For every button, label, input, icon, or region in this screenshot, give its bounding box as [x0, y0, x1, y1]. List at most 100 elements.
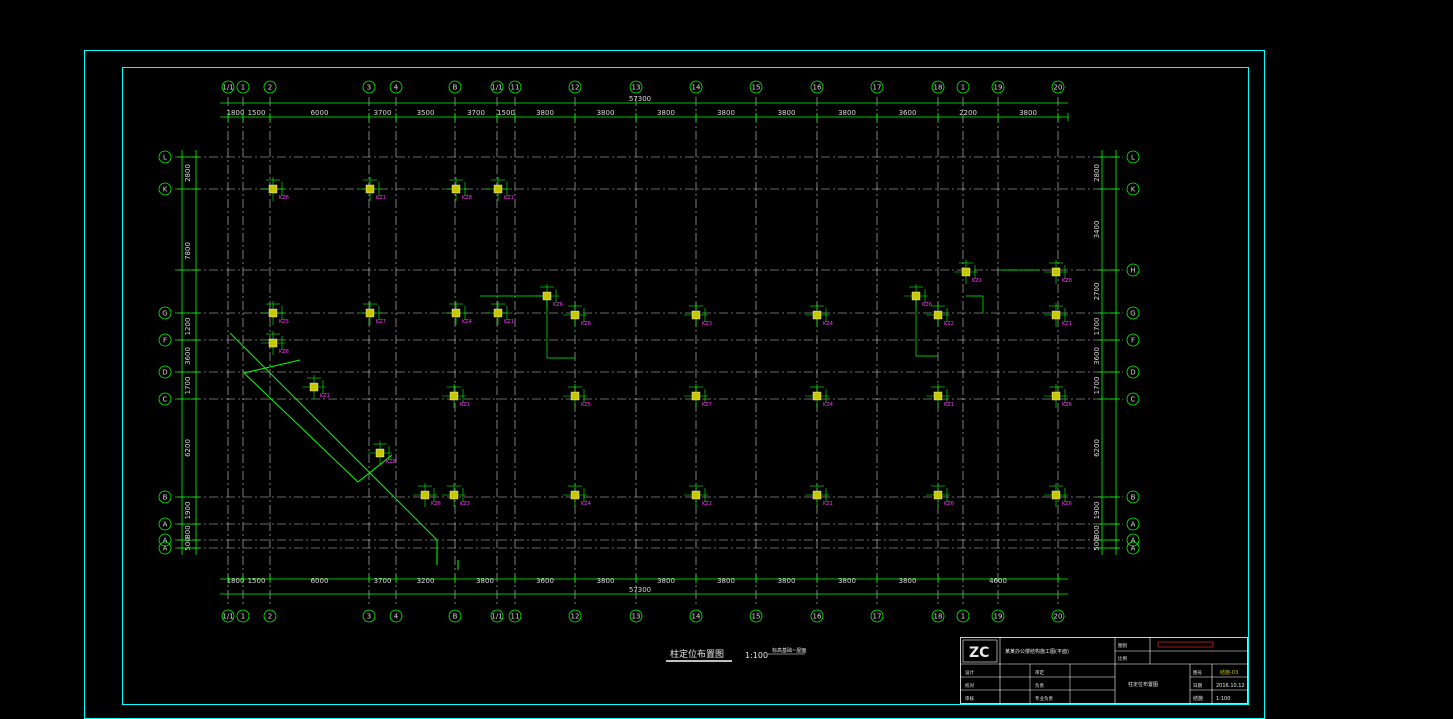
column-label: KZ7	[376, 319, 386, 325]
logo: ZC	[969, 645, 989, 661]
column-square	[812, 310, 822, 320]
drawing-scale: 1:100	[745, 651, 768, 660]
axis-label: 1/1	[491, 613, 502, 621]
column: KZ1	[926, 384, 954, 408]
axis-label: 11	[511, 613, 520, 621]
axis-label: 16	[813, 613, 822, 621]
column-label: KZ6	[1062, 501, 1072, 507]
axis-label: 3	[367, 84, 371, 92]
axis-label: 1	[961, 84, 965, 92]
drawing-note: 标高基础~屋面	[772, 647, 806, 654]
dimension-segment: 1800	[227, 577, 245, 585]
axis-label: 4	[394, 613, 399, 621]
column-square	[451, 308, 461, 318]
dimension-total: 57300	[629, 586, 651, 594]
sheet-date: 2016.10.12	[1216, 683, 1245, 689]
axis-label: 17	[873, 84, 882, 92]
dimension-segment: 2800	[1093, 164, 1101, 182]
dimension-segment: 1500	[248, 109, 266, 117]
column-square	[812, 490, 822, 500]
title-block-label: 审核	[965, 695, 974, 702]
dimension-segment: 1900	[184, 502, 192, 520]
axis-label: 18	[934, 613, 943, 621]
column-label: KZ3	[460, 501, 470, 507]
column-square	[812, 391, 822, 401]
axis-label: 12	[571, 84, 580, 92]
axis-label: A	[1131, 545, 1136, 553]
axis-label: C	[1131, 396, 1136, 404]
axis-label: B	[453, 613, 458, 621]
column-label: KZ1	[504, 195, 514, 201]
column-square	[1051, 267, 1061, 277]
axis-label: 18	[934, 84, 943, 92]
column-square	[449, 391, 459, 401]
axis-label: A	[163, 521, 168, 529]
dimension-segment: 500	[1093, 537, 1101, 550]
dimension-segment: 3600	[899, 109, 917, 117]
dimension-segment: 3500	[417, 109, 435, 117]
column-square	[493, 184, 503, 194]
column-square	[961, 267, 971, 277]
dimension-segment: 3700	[467, 109, 485, 117]
axis-label: D	[162, 369, 167, 377]
axis-label: 14	[692, 613, 701, 621]
column-square	[911, 291, 921, 301]
title-block-label: 图别	[1118, 642, 1127, 649]
column-label: KZ1	[944, 402, 954, 408]
column: KZ1	[302, 375, 330, 399]
dimension-segment: 3700	[374, 109, 392, 117]
dimension-segment: 3800	[536, 109, 554, 117]
column-square	[570, 490, 580, 500]
dimension-segment: 3800	[657, 109, 675, 117]
column-label: KZ5	[581, 402, 591, 408]
dimension-segment: 3800	[717, 577, 735, 585]
axis-label: 17	[873, 613, 882, 621]
axis-label: A	[163, 537, 168, 545]
column-label: KZ3	[702, 321, 712, 327]
inner-frame	[122, 67, 1249, 705]
column: KZ1	[486, 177, 514, 201]
axis-label: 1	[241, 84, 245, 92]
column: KZ6	[261, 331, 289, 355]
column-label: KZ6	[279, 195, 289, 201]
axis-bubbles: 1/11/111223344BB1/11/1111112121313141415…	[158, 80, 1140, 623]
column: KZ7	[358, 301, 386, 325]
column-square	[691, 490, 701, 500]
axis-label: 1/1	[222, 613, 233, 621]
title-block-label: 审定	[1035, 669, 1044, 676]
title-block-label: 设计	[965, 669, 974, 676]
column: KZ6	[904, 284, 932, 308]
axis-label: 12	[571, 613, 580, 621]
column-square	[493, 308, 503, 318]
column: KZ6	[926, 483, 954, 507]
column-label: KZ1	[1062, 321, 1072, 327]
dimension-segment: 3800	[597, 577, 615, 585]
column-square	[1051, 391, 1061, 401]
dimension-segment: 800	[184, 525, 192, 538]
axis-label: D	[1130, 369, 1135, 377]
axis-label: 19	[994, 84, 1003, 92]
column-square	[933, 310, 943, 320]
column: KZ2	[684, 483, 712, 507]
dimension-segment: 2200	[959, 109, 977, 117]
column: KZ4	[563, 483, 591, 507]
sheet-category: 结施	[1193, 695, 1203, 702]
column-square	[1051, 310, 1061, 320]
axis-label: 1/1	[222, 84, 233, 92]
title-block-label: 校对	[965, 682, 974, 689]
column-square	[268, 184, 278, 194]
column-square	[309, 382, 319, 392]
axis-label: 15	[752, 613, 761, 621]
axis-label: C	[163, 396, 168, 404]
title-block-label: 专业负责	[1035, 695, 1053, 702]
column-square	[449, 490, 459, 500]
axis-label: B	[1131, 494, 1136, 502]
column-label: KZ6	[553, 302, 563, 308]
column-label: KZ1	[320, 393, 330, 399]
axis-label: 19	[994, 613, 1003, 621]
column-label: KZ4	[823, 321, 833, 327]
dimension-segment: 1700	[1093, 318, 1101, 336]
dimension-segment: 3800	[657, 577, 675, 585]
column: KZ5	[563, 384, 591, 408]
column-label: KZ6	[922, 302, 932, 308]
